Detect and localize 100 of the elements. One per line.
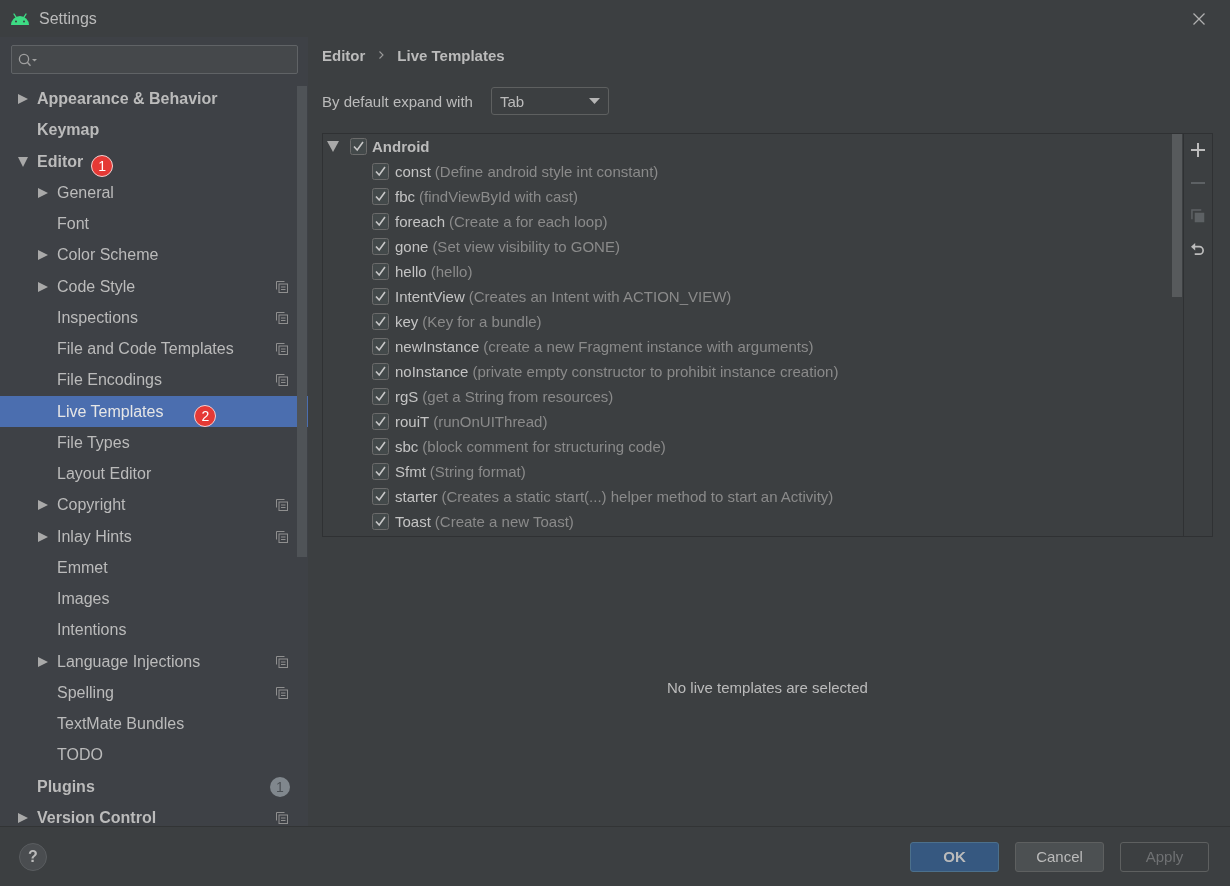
template-description: (runOnUIThread) [433,413,548,430]
help-button[interactable]: ? [19,842,47,871]
template-description: (private empty constructor to prohibit instance creation) [472,363,839,380]
sidebar-item[interactable]: TODO [0,739,308,771]
template-description: (Define android style int constant) [434,163,659,180]
template-abbreviation: starter [395,488,438,505]
sidebar-item[interactable]: File and Code Templates [0,333,308,365]
sidebar-item[interactable]: Appearance & Behavior [0,83,308,115]
template-abbreviation: noInstance [395,363,469,380]
caret-right-icon[interactable] [38,250,48,261]
caret-right-icon[interactable] [38,656,48,667]
template-abbreviation: Toast [395,513,431,530]
sidebar-item[interactable]: Font [0,208,308,240]
sidebar-item[interactable]: Copyright [0,489,308,521]
expand-with-dropdown[interactable]: Tab [490,87,609,115]
sidebar-item[interactable]: TextMate Bundles [0,708,308,740]
app-logo-icon [10,12,30,25]
checkbox[interactable] [372,488,389,505]
checkbox[interactable] [372,288,389,305]
sidebar-item[interactable]: Inlay Hints [0,521,308,553]
breadcrumb-item[interactable]: Editor [322,46,366,64]
sidebar-item[interactable]: Layout Editor [0,458,308,490]
template-description: (findViewById with cast) [419,188,578,205]
window-title: Settings [39,9,97,28]
plus-icon[interactable] [1191,143,1205,157]
checkbox[interactable] [372,163,389,180]
undo-icon[interactable] [1191,242,1205,256]
template-description: (String format) [429,463,526,480]
checkbox[interactable] [372,188,389,205]
template-abbreviation: key [395,313,419,330]
field-label: By default expand with [322,92,473,110]
sidebar-item[interactable]: Inspections [0,302,308,334]
ok-button[interactable]: OK [910,841,999,872]
checkbox[interactable] [372,513,389,530]
checkbox[interactable] [372,413,389,430]
sidebar-item[interactable]: Code Style [0,271,308,303]
scrollbar[interactable] [297,86,307,557]
template-abbreviation: IntentView [395,288,465,305]
scrollbar[interactable] [1172,134,1182,297]
checkbox[interactable] [350,138,367,155]
template-abbreviation: Sfmt [395,463,426,480]
template-abbreviation: rouiT [395,413,430,430]
template-description: (Creates a static start(...) helper method to start an Activity) [441,488,834,505]
sidebar-item[interactable]: General [0,177,308,209]
checkbox[interactable] [372,313,389,330]
template-abbreviation: const [395,163,431,180]
sidebar-item[interactable]: File Encodings [0,364,308,396]
caret-right-icon[interactable] [18,812,28,823]
template-description: (get a String from resources) [422,388,614,405]
breadcrumb-item: Live Templates [397,46,505,64]
caret-right-icon[interactable] [38,187,48,198]
callout-marker: 1 [91,154,114,177]
callout-marker: 2 [194,404,217,427]
search-icon [18,52,38,67]
empty-message: No live templates are selected [667,678,868,696]
sidebar-item[interactable]: Live Templates 2 [0,396,308,428]
template-description: (hello) [430,263,473,280]
caret-right-icon[interactable] [38,531,48,542]
sidebar-item[interactable]: Spelling [0,677,308,709]
template-abbreviation: sbc [395,438,419,455]
caret-down-icon [588,98,600,104]
close-icon[interactable] [1193,12,1205,25]
sidebar-item[interactable]: Intentions [0,614,308,646]
template-abbreviation: foreach [395,213,446,230]
sidebar-item[interactable]: Version Control [0,802,308,826]
template-description: (Set view visibility to GONE) [432,238,620,255]
sidebar-item[interactable]: Language Injections [0,646,308,678]
template-description: (Key for a bundle) [422,313,542,330]
template-abbreviation: rgS [395,388,419,405]
sidebar-item[interactable]: Emmet [0,552,308,584]
template-description: (Create a for each loop) [449,213,608,230]
caret-right-icon[interactable] [18,94,28,105]
template-abbreviation: fbc [395,188,415,205]
template-description: (Create a new Toast) [434,513,574,530]
checkbox[interactable] [372,213,389,230]
caret-down-icon[interactable] [18,156,28,167]
sidebar-item[interactable]: Color Scheme [0,239,308,271]
sidebar-item[interactable]: Images [0,583,308,615]
caret-right-icon[interactable] [38,281,48,292]
search-field[interactable] [11,45,298,74]
checkbox[interactable] [372,388,389,405]
caret-right-icon[interactable] [38,500,48,511]
checkbox[interactable] [372,263,389,280]
template-description: (block comment for structuring code) [422,438,666,455]
checkbox[interactable] [372,363,389,380]
template-abbreviation: newInstance [395,338,480,355]
template-abbreviation: hello [395,263,427,280]
cancel-button[interactable]: Cancel [1015,841,1104,872]
template-group-name: Android [372,138,430,155]
checkbox[interactable] [372,238,389,255]
caret-down-icon[interactable] [327,141,339,152]
sidebar-item[interactable]: Keymap [0,114,308,146]
checkbox[interactable] [372,338,389,355]
sidebar-item[interactable]: Editor 1 [0,146,308,178]
sidebar-item[interactable]: Plugins 1 [0,771,308,803]
sidebar-item[interactable]: File Types [0,427,308,459]
checkbox[interactable] [372,438,389,455]
count-badge: 1 [270,776,290,797]
checkbox[interactable] [372,463,389,480]
template-description: (create a new Fragment instance with arguments) [483,338,814,355]
